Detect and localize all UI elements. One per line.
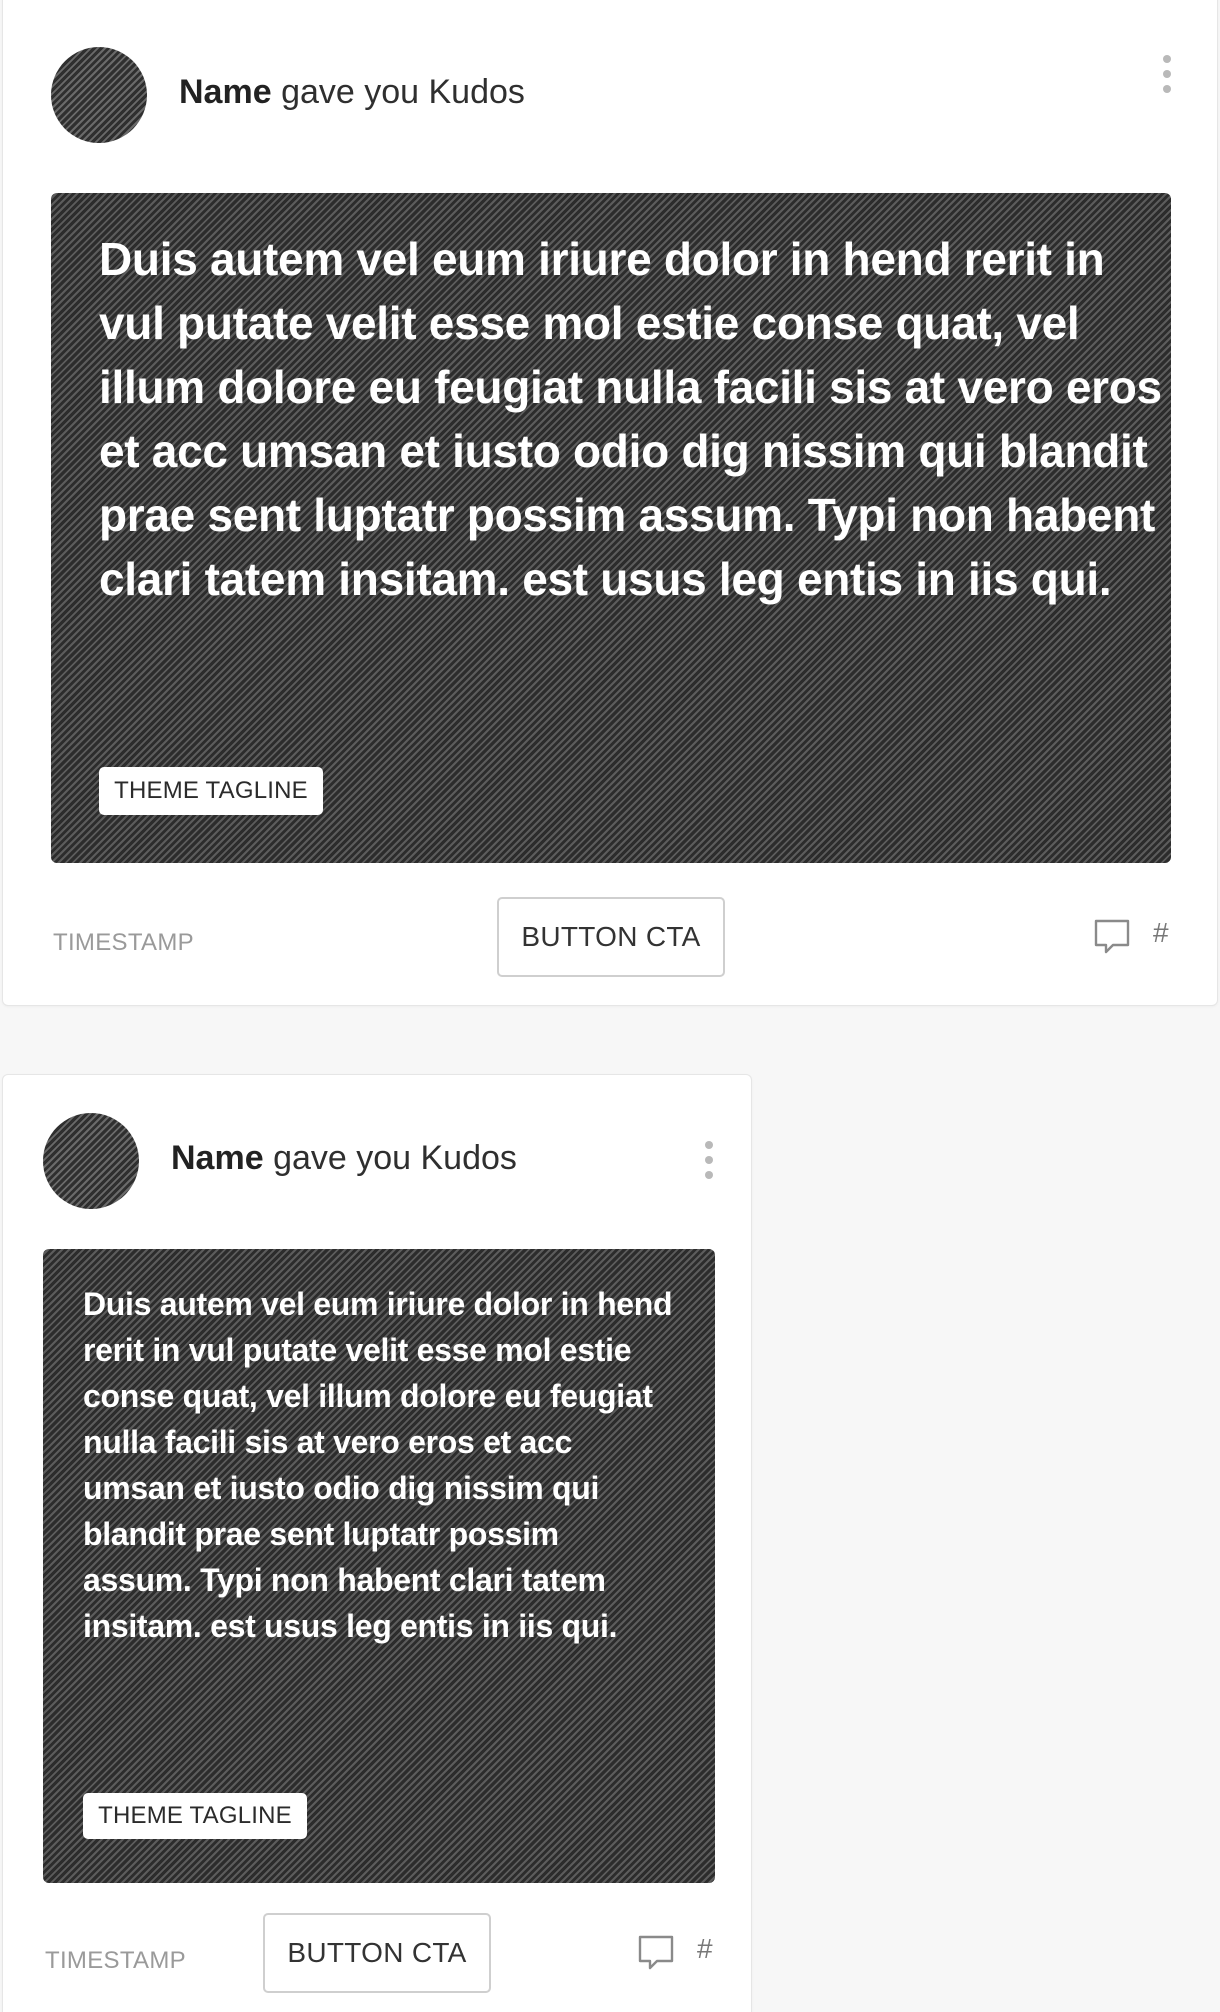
comment-count: #: [697, 1933, 713, 1964]
kudos-card-large: Name gave you Kudos Duis autem vel eum i…: [2, 0, 1218, 1006]
avatar[interactable]: [43, 1113, 139, 1209]
comment-count: #: [1153, 917, 1169, 948]
author-name[interactable]: Name: [179, 73, 272, 111]
card-title: Name gave you Kudos: [171, 1139, 517, 1178]
action-text: gave you Kudos: [281, 73, 525, 111]
card-title: Name gave you Kudos: [179, 73, 525, 112]
kudos-media: Duis autem vel eum iriure dolor in hend …: [43, 1249, 715, 1883]
timestamp: TIMESTAMP: [53, 929, 194, 956]
kudos-message: Duis autem vel eum iriure dolor in hend …: [99, 233, 1162, 605]
cta-button[interactable]: BUTTON CTA: [263, 1913, 491, 1993]
kudos-media: Duis autem vel eum iriure dolor in hend …: [51, 193, 1171, 863]
kudos-message: Duis autem vel eum iriure dolor in hend …: [83, 1286, 673, 1644]
comment-icon[interactable]: [637, 1933, 675, 1971]
more-options-icon[interactable]: [699, 1137, 719, 1183]
cta-button[interactable]: BUTTON CTA: [497, 897, 725, 977]
more-options-icon[interactable]: [1157, 51, 1177, 97]
theme-tagline: THEME TAGLINE: [99, 767, 323, 815]
author-name[interactable]: Name: [171, 1139, 264, 1177]
theme-tagline: THEME TAGLINE: [83, 1793, 307, 1839]
kudos-card-small: Name gave you Kudos Duis autem vel eum i…: [2, 1074, 752, 2012]
avatar[interactable]: [51, 47, 147, 143]
comment-icon[interactable]: [1093, 917, 1131, 955]
action-text: gave you Kudos: [273, 1139, 517, 1177]
timestamp: TIMESTAMP: [45, 1947, 186, 1974]
